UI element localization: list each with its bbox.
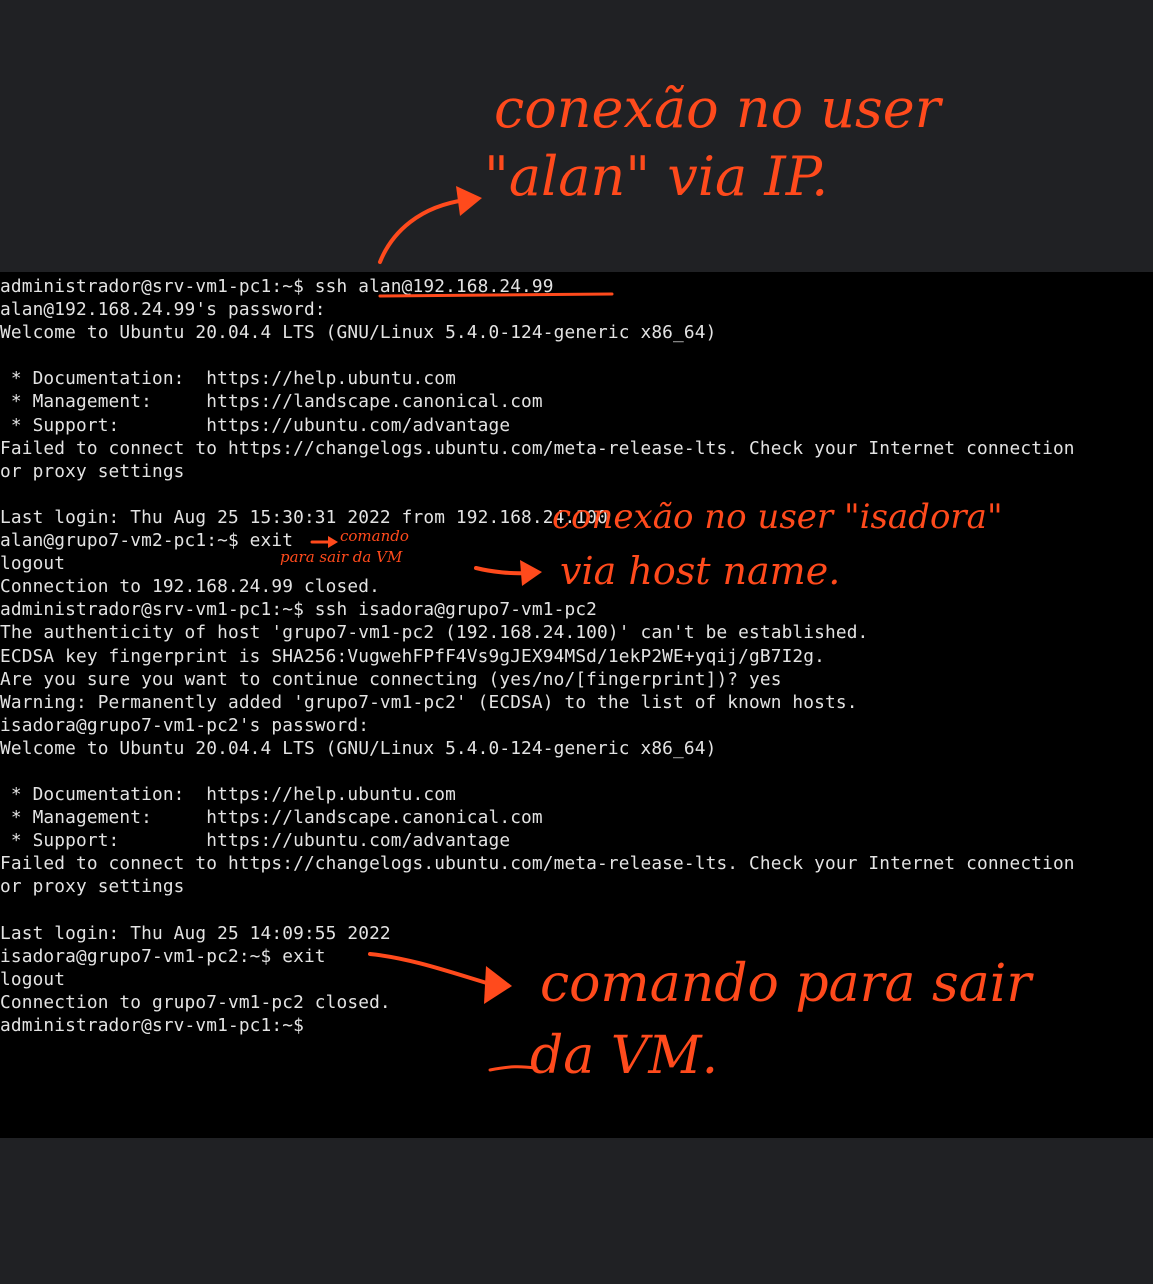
- terminal-line: administrador@srv-vm1-pc1:~$: [0, 1015, 304, 1036]
- terminal-line: Are you sure you want to continue connec…: [0, 668, 782, 690]
- terminal-line: logout: [0, 968, 66, 990]
- terminal-line: administrador@srv-vm1-pc1:~$ ssh alan@19…: [0, 276, 554, 297]
- terminal-line: * Documentation: https://help.ubuntu.com: [0, 784, 456, 806]
- terminal-output: administrador@srv-vm1-pc1:~$ ssh alan@19…: [0, 275, 1153, 1037]
- terminal-line: Welcome to Ubuntu 20.04.4 LTS (GNU/Linux…: [0, 322, 717, 344]
- terminal-line: * Documentation: https://help.ubuntu.com: [0, 368, 456, 390]
- arrow-head-top-note: [456, 186, 482, 216]
- terminal-line: Welcome to Ubuntu 20.04.4 LTS (GNU/Linux…: [0, 737, 717, 759]
- terminal-line: * Support: https://ubuntu.com/advantage: [0, 830, 511, 852]
- terminal-line: The authenticity of host 'grupo7-vm1-pc2…: [0, 622, 869, 644]
- terminal-line: Connection to grupo7-vm1-pc2 closed.: [0, 991, 391, 1013]
- terminal-line: * Management: https://landscape.canonica…: [0, 391, 543, 413]
- terminal-line: or proxy settings: [0, 876, 185, 898]
- terminal-line: Warning: Permanently added 'grupo7-vm1-p…: [0, 691, 858, 713]
- top-note-line2: "alan" via IP.: [484, 145, 829, 208]
- terminal-line: alan@grupo7-vm2-pc1:~$ exit: [0, 530, 294, 552]
- top-note-line1: conexão no user: [494, 77, 941, 140]
- terminal-window[interactable]: administrador@srv-vm1-pc1:~$ ssh alan@19…: [0, 272, 1153, 1138]
- terminal-line: Last login: Thu Aug 25 14:09:55 2022: [0, 922, 391, 944]
- terminal-line: isadora@grupo7-vm1-pc2:~$ exit: [0, 945, 326, 967]
- arrow-to-top-note: [378, 198, 468, 264]
- terminal-line: Failed to connect to https://changelogs.…: [0, 437, 1075, 459]
- terminal-line: or proxy settings: [0, 460, 185, 482]
- terminal-line: isadora@grupo7-vm1-pc2's password:: [0, 714, 370, 736]
- terminal-line: logout: [0, 553, 66, 575]
- terminal-line: administrador@srv-vm1-pc1:~$ ssh isadora…: [0, 599, 598, 621]
- terminal-line: ECDSA key fingerprint is SHA256:VugwehFP…: [0, 645, 825, 667]
- terminal-line: * Management: https://landscape.canonica…: [0, 807, 543, 829]
- terminal-line: Connection to 192.168.24.99 closed.: [0, 576, 380, 598]
- terminal-line: * Support: https://ubuntu.com/advantage: [0, 414, 511, 436]
- terminal-line: Last login: Thu Aug 25 15:30:31 2022 fro…: [0, 506, 608, 528]
- terminal-line: alan@192.168.24.99's password:: [0, 299, 326, 321]
- terminal-line: Failed to connect to https://changelogs.…: [0, 853, 1075, 875]
